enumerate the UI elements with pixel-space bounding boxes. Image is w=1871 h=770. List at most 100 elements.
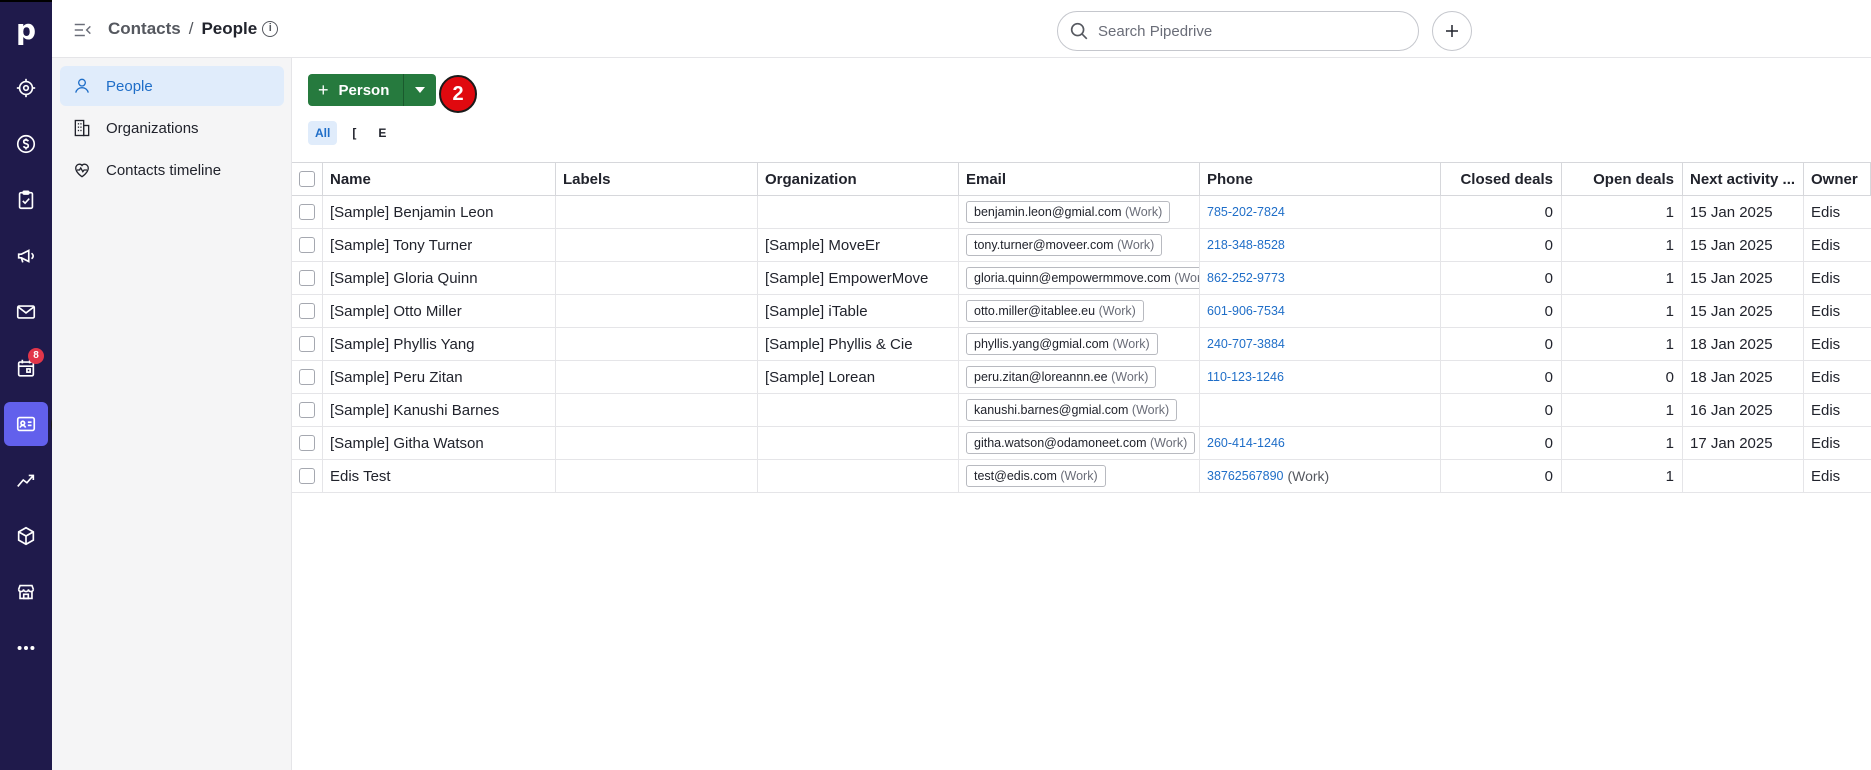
insights-icon[interactable] <box>4 458 48 502</box>
table-row[interactable]: [Sample] Benjamin Leon benjamin.leon@gmia… <box>292 196 1871 229</box>
email-chip[interactable]: tony.turner@moveer.com (Work) <box>966 234 1163 256</box>
labels-cell[interactable] <box>556 328 758 360</box>
email-chip[interactable]: githa.watson@odamoneet.com (Work) <box>966 432 1196 454</box>
table-row[interactable]: [Sample] Phyllis Yang [Sample] Phyllis & … <box>292 328 1871 361</box>
labels-cell[interactable] <box>556 295 758 327</box>
column-header-owner[interactable]: Owner <box>1804 163 1871 195</box>
phone-link[interactable]: 862-252-9773 <box>1207 271 1285 285</box>
column-header-open-deals[interactable]: Open deals <box>1562 163 1683 195</box>
sidebar-item-people[interactable]: People <box>60 66 284 106</box>
table-row[interactable]: [Sample] Tony Turner [Sample] MoveEr tony.… <box>292 229 1871 262</box>
labels-cell[interactable] <box>556 427 758 459</box>
email-chip[interactable]: peru.zitan@loreannn.ee (Work) <box>966 366 1157 388</box>
labels-cell[interactable] <box>556 361 758 393</box>
marketplace-icon[interactable] <box>4 570 48 614</box>
row-select-cell <box>292 196 323 228</box>
deals-icon[interactable] <box>4 122 48 166</box>
labels-cell[interactable] <box>556 229 758 261</box>
email-chip[interactable]: benjamin.leon@gmial.com (Work) <box>966 201 1171 223</box>
collapse-sidebar-icon[interactable] <box>72 19 94 41</box>
column-header-labels[interactable]: Labels <box>556 163 758 195</box>
labels-cell[interactable] <box>556 262 758 294</box>
row-checkbox[interactable] <box>299 303 315 319</box>
mail-icon[interactable] <box>4 290 48 334</box>
organization-cell[interactable]: [Sample] MoveEr <box>758 229 959 261</box>
search-box[interactable] <box>1057 11 1419 51</box>
filter-bracket[interactable]: [ <box>345 121 363 145</box>
table-row[interactable]: Edis Test test@edis.com (Work) 38762567890… <box>292 460 1871 493</box>
person-name[interactable]: [Sample] Peru Zitan <box>323 361 556 393</box>
email-chip[interactable]: phyllis.yang@gmial.com (Work) <box>966 333 1158 355</box>
campaigns-icon[interactable] <box>4 234 48 278</box>
column-header-phone[interactable]: Phone <box>1200 163 1441 195</box>
sidebar-item-contacts-timeline[interactable]: Contacts timeline <box>60 150 284 190</box>
email-chip[interactable]: otto.miller@itablee.eu (Work) <box>966 300 1144 322</box>
contacts-icon[interactable] <box>4 402 48 446</box>
person-name[interactable]: [Sample] Benjamin Leon <box>323 196 556 228</box>
table-row[interactable]: [Sample] Otto Miller [Sample] iTable otto.… <box>292 295 1871 328</box>
organization-cell[interactable] <box>758 427 959 459</box>
info-icon[interactable]: i <box>262 21 279 37</box>
organization-cell[interactable] <box>758 460 959 492</box>
filter-e[interactable]: E <box>371 121 393 145</box>
email-chip[interactable]: gloria.quinn@empowermmove.com (Wor <box>966 267 1199 289</box>
organization-cell[interactable]: [Sample] Phyllis & Cie <box>758 328 959 360</box>
row-select-cell <box>292 328 323 360</box>
row-checkbox[interactable] <box>299 369 315 385</box>
person-name[interactable]: Edis Test <box>323 460 556 492</box>
organization-cell[interactable] <box>758 394 959 426</box>
phone-link[interactable]: 218-348-8528 <box>1207 238 1285 252</box>
phone-link[interactable]: 240-707-3884 <box>1207 337 1285 351</box>
row-checkbox[interactable] <box>299 402 315 418</box>
labels-cell[interactable] <box>556 460 758 492</box>
row-checkbox[interactable] <box>299 336 315 352</box>
organization-cell[interactable]: [Sample] Lorean <box>758 361 959 393</box>
organization-cell[interactable]: [Sample] EmpowerMove <box>758 262 959 294</box>
person-name[interactable]: [Sample] Kanushi Barnes <box>323 394 556 426</box>
organization-cell[interactable] <box>758 196 959 228</box>
quick-add-button[interactable] <box>1432 11 1472 51</box>
email-chip[interactable]: kanushi.barnes@gmial.com (Work) <box>966 399 1178 421</box>
table-row[interactable]: [Sample] Githa Watson githa.watson@odamon… <box>292 427 1871 460</box>
products-icon[interactable] <box>4 514 48 558</box>
add-person-button[interactable]: + Person <box>308 74 404 106</box>
table-row[interactable]: [Sample] Gloria Quinn [Sample] EmpowerMov… <box>292 262 1871 295</box>
column-header-organization[interactable]: Organization <box>758 163 959 195</box>
row-checkbox[interactable] <box>299 270 315 286</box>
person-name[interactable]: [Sample] Githa Watson <box>323 427 556 459</box>
sidebar-item-organizations[interactable]: Organizations <box>60 108 284 148</box>
person-name[interactable]: [Sample] Gloria Quinn <box>323 262 556 294</box>
filter-all[interactable]: All <box>308 121 338 145</box>
column-header-next-activity[interactable]: Next activity ... <box>1683 163 1804 195</box>
email-chip[interactable]: test@edis.com (Work) <box>966 465 1106 487</box>
add-person-dropdown[interactable] <box>403 74 437 106</box>
phone-link[interactable]: 38762567890 <box>1207 469 1283 483</box>
focus-icon[interactable] <box>4 66 48 110</box>
row-checkbox[interactable] <box>299 468 315 484</box>
tasks-icon[interactable] <box>4 178 48 222</box>
phone-link[interactable]: 260-414-1246 <box>1207 436 1285 450</box>
person-name[interactable]: [Sample] Phyllis Yang <box>323 328 556 360</box>
row-checkbox[interactable] <box>299 237 315 253</box>
labels-cell[interactable] <box>556 394 758 426</box>
table-row[interactable]: [Sample] Peru Zitan [Sample] Lorean peru.z… <box>292 361 1871 394</box>
phone-link[interactable]: 785-202-7824 <box>1207 205 1285 219</box>
row-checkbox[interactable] <box>299 204 315 220</box>
phone-link[interactable]: 601-906-7534 <box>1207 304 1285 318</box>
breadcrumb-contacts[interactable]: Contacts <box>108 19 181 39</box>
table-row[interactable]: [Sample] Kanushi Barnes kanushi.barnes@gm… <box>292 394 1871 427</box>
row-checkbox[interactable] <box>299 435 315 451</box>
person-name[interactable]: [Sample] Tony Turner <box>323 229 556 261</box>
pipedrive-logo[interactable]: p <box>0 10 52 50</box>
calendar-icon[interactable]: 8 <box>4 346 48 390</box>
organization-cell[interactable]: [Sample] iTable <box>758 295 959 327</box>
search-input[interactable] <box>1098 22 1398 40</box>
column-header-closed-deals[interactable]: Closed deals <box>1441 163 1562 195</box>
column-header-name[interactable]: Name <box>323 163 556 195</box>
person-name[interactable]: [Sample] Otto Miller <box>323 295 556 327</box>
column-header-email[interactable]: Email <box>959 163 1200 195</box>
labels-cell[interactable] <box>556 196 758 228</box>
more-icon[interactable] <box>4 626 48 670</box>
phone-link[interactable]: 110-123-1246 <box>1207 370 1284 384</box>
select-all-checkbox[interactable] <box>299 171 315 187</box>
